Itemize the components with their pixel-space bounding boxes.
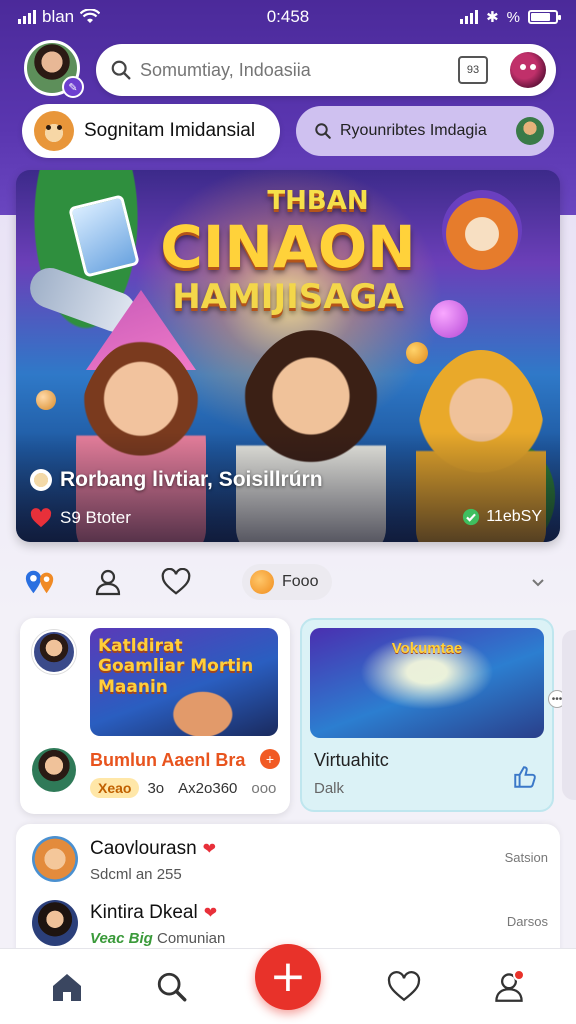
bottom-nav: + [0, 943, 576, 1024]
search-suggestion-label: Ryounribtes Imdagia [340, 122, 487, 139]
hero-caption: Rorbang livtiar, Soisillrúrn [30, 468, 323, 492]
heart-icon [388, 970, 421, 1001]
reaction-pill-label: Fooo [282, 573, 319, 590]
location-pin-icon [25, 570, 54, 594]
nav-home[interactable] [45, 965, 89, 1009]
orb-decoration [406, 342, 428, 364]
chevron-down-icon[interactable] [530, 574, 546, 590]
post-meta: Xeao 3o Ax2o360 ooo [90, 778, 276, 798]
author-name[interactable]: Bumlun Aaenl Bra [90, 750, 245, 771]
plus-icon: + [269, 950, 307, 1002]
highlight-tag: Veac Big [90, 930, 153, 947]
feed-card[interactable]: Vokumtae Virtuahitc Dalk ••• [300, 618, 566, 812]
list-item-subtitle-text: Comunian [156, 930, 226, 947]
create-post-button[interactable]: + [254, 943, 321, 1010]
list-item-subtitle: Veac Big Comunian [90, 930, 225, 947]
verified-icon [463, 508, 480, 526]
list-item-subtitle: Sdcml an 255 [90, 866, 182, 883]
hero-title-line3: HAMIJISAGA [172, 277, 404, 317]
bluetooth-icon: ✱ [486, 9, 499, 26]
thumbnail-title: Vokumtae [391, 640, 463, 657]
hero-likes-count: S9 Btoter [60, 508, 131, 527]
hero-likes[interactable]: S9 Btoter [30, 508, 131, 528]
community-chip-label: Sognitam Imidansial [84, 120, 256, 141]
thumbs-up-icon[interactable] [512, 764, 538, 790]
scan-button[interactable]: 93 [458, 56, 488, 84]
badge-pill: Xeao [90, 778, 140, 798]
search-input[interactable] [140, 59, 458, 81]
search-suggestion-chip[interactable]: Ryounribtes Imdagia [296, 106, 554, 156]
community-chip[interactable]: Sognitam Imidansial [22, 104, 280, 158]
heart-outline-icon [161, 568, 191, 595]
user-outline-icon [95, 569, 121, 596]
notification-dot [513, 968, 526, 981]
list-item-name: Caovlourasn ❤ [90, 838, 216, 860]
hero-tag-text: 11ebSY [486, 508, 542, 525]
account-avatar[interactable] [510, 52, 546, 88]
status-left: blan [18, 7, 101, 27]
hero-title: THBAN CINAON HAMIJISAGA [16, 188, 560, 314]
edit-badge-icon: ✎ [62, 76, 84, 98]
post-title: Virtuahitc [314, 750, 389, 770]
hero-title-line2: CINAON [160, 213, 416, 281]
heart-icon: ❤ [203, 905, 218, 922]
channel-icon [30, 469, 52, 491]
post-meta-text: Ax2o360 [178, 779, 238, 797]
heart-filled-icon [30, 508, 52, 528]
search-icon [315, 123, 331, 139]
more-options[interactable]: ooo [251, 780, 276, 797]
profile-button[interactable] [92, 566, 124, 598]
cell-signal-icon [460, 10, 479, 24]
list-item-name-text: Kintira Dkeal [90, 902, 198, 923]
nav-profile[interactable] [487, 965, 531, 1009]
post-thumbnail[interactable]: Vokumtae [310, 628, 544, 738]
post-thumbnail[interactable]: Katldirat Goamliar Mortin Maanin [90, 628, 278, 736]
list-item-name-text: Caovlourasn [90, 838, 197, 859]
list-item-time: Darsos [506, 914, 548, 929]
like-button[interactable] [160, 566, 192, 598]
avatar [32, 900, 78, 946]
profile-avatar[interactable]: ✎ [24, 40, 84, 98]
mini-avatar [516, 117, 544, 145]
dog-mascot-icon [34, 111, 74, 151]
list-item-name: Kintira Dkeal ❤ [90, 902, 217, 924]
post-subtitle: Dalk [314, 780, 345, 797]
hero-tag: 11ebSY [462, 508, 542, 526]
percent-icon: % [506, 8, 520, 26]
action-row: Fooo [0, 556, 576, 608]
heart-icon: ❤ [202, 841, 217, 858]
home-icon [52, 973, 81, 1001]
add-icon[interactable]: + [260, 749, 280, 769]
location-pins-button[interactable] [24, 566, 56, 598]
emoji-icon [250, 570, 274, 594]
carrier-name: blan [42, 7, 75, 26]
list-item[interactable]: Caovlourasn ❤ Sdcml an 255 Satsion [32, 836, 552, 896]
author-avatar[interactable] [32, 748, 76, 792]
hero-title-line1: THBAN [267, 186, 369, 216]
battery-icon [528, 10, 561, 24]
avatar [32, 836, 78, 882]
thumbnail-title: Katldirat Goamliar Mortin Maanin [98, 636, 254, 697]
nav-search[interactable] [150, 965, 194, 1009]
hero-banner[interactable]: THBAN CINAON HAMIJISAGA Rorbang livtiar,… [16, 170, 560, 542]
nav-favorites[interactable] [382, 965, 426, 1009]
orb-decoration [36, 390, 56, 410]
list-item-time: Satsion [504, 850, 548, 865]
avatar[interactable] [32, 630, 76, 674]
next-card-peek[interactable] [562, 630, 576, 800]
wifi-icon [80, 9, 101, 23]
search-icon [111, 60, 131, 80]
feed-card[interactable]: Katldirat Goamliar Mortin Maanin Bumlun … [20, 618, 290, 814]
search-icon [157, 972, 187, 1001]
search-bar[interactable]: 93 [96, 44, 556, 96]
status-bar: blan 0:458 ✱ % [0, 0, 576, 34]
badge-count: 3o [147, 779, 165, 797]
signal-icon [18, 10, 36, 24]
hero-caption-text: Rorbang livtiar, Soisillrúrn [60, 468, 323, 491]
status-right: ✱ % [460, 8, 561, 26]
reaction-pill[interactable]: Fooo [242, 564, 333, 600]
